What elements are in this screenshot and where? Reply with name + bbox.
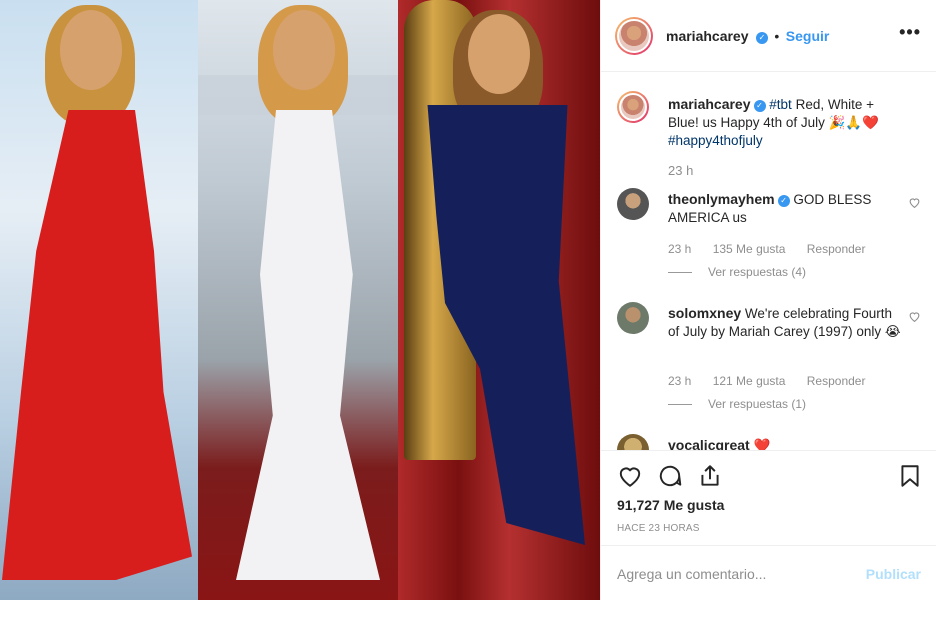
post-header: mariahcarey ✓ • Seguir •••: [601, 0, 936, 72]
verified-icon: ✓: [753, 100, 766, 112]
photo-panel-red-gown: [0, 0, 198, 600]
caption-hashtag[interactable]: #happy4thofjuly: [668, 133, 763, 148]
post-sidebar: mariahcarey ✓ • Seguir ••• mariahcarey ✓ …: [600, 0, 936, 600]
comment-username[interactable]: theonlymayhem: [668, 191, 775, 207]
comments-list: mariahcarey ✓ #tbt Red, White + Blue! us …: [601, 72, 936, 450]
more-icon[interactable]: •••: [899, 22, 921, 43]
comment-time[interactable]: 23 h: [668, 242, 691, 256]
caption-time[interactable]: 23 h: [668, 163, 693, 178]
avatar[interactable]: [615, 17, 653, 55]
comment-text: ❤️: [749, 438, 771, 450]
view-replies-button[interactable]: Ver respuestas (1): [668, 397, 806, 411]
avatar[interactable]: [617, 302, 649, 334]
like-comment-heart-icon[interactable]: [908, 310, 921, 326]
separator-dot: •: [774, 28, 780, 44]
caption-username[interactable]: mariahcarey: [668, 96, 751, 112]
reply-button[interactable]: Responder: [807, 374, 866, 388]
avatar[interactable]: [617, 91, 649, 123]
comment-input[interactable]: Agrega un comentario...: [617, 566, 766, 582]
heart-icon[interactable]: [617, 463, 645, 491]
comment-likes[interactable]: 121 Me gusta: [713, 374, 786, 388]
view-replies-button[interactable]: Ver respuestas (4): [668, 265, 806, 279]
comment-username[interactable]: vocalicgreat: [668, 437, 750, 450]
photo-panel-blue-gown: [398, 0, 600, 600]
comment-username[interactable]: solomxney: [668, 305, 741, 321]
avatar[interactable]: [617, 188, 649, 220]
verified-icon: ✓: [777, 195, 790, 207]
bottom-strip: [0, 600, 936, 626]
add-comment-bar: Agrega un comentario... Publicar: [601, 545, 936, 601]
post-time[interactable]: HACE 23 HORAS: [617, 523, 700, 534]
comment-icon[interactable]: [657, 463, 685, 491]
verified-icon: ✓: [755, 32, 768, 44]
share-icon[interactable]: [697, 463, 725, 491]
caption-tag[interactable]: #tbt: [769, 97, 792, 112]
bookmark-icon[interactable]: [897, 463, 925, 491]
reply-button[interactable]: Responder: [807, 242, 866, 256]
avatar[interactable]: [617, 434, 649, 450]
photo-panel-white-gown: [198, 0, 398, 600]
post-actions: 91,727 Me gusta HACE 23 HORAS: [601, 450, 936, 546]
likes-count[interactable]: 91,727 Me gusta: [617, 497, 724, 513]
username-link[interactable]: mariahcarey: [666, 28, 749, 44]
follow-button[interactable]: Seguir: [786, 28, 830, 44]
publish-button[interactable]: Publicar: [866, 566, 921, 582]
comment-time[interactable]: 23 h: [668, 374, 691, 388]
like-comment-heart-icon[interactable]: [908, 196, 921, 212]
post-image[interactable]: [0, 0, 600, 600]
comment-likes[interactable]: 135 Me gusta: [713, 242, 786, 256]
